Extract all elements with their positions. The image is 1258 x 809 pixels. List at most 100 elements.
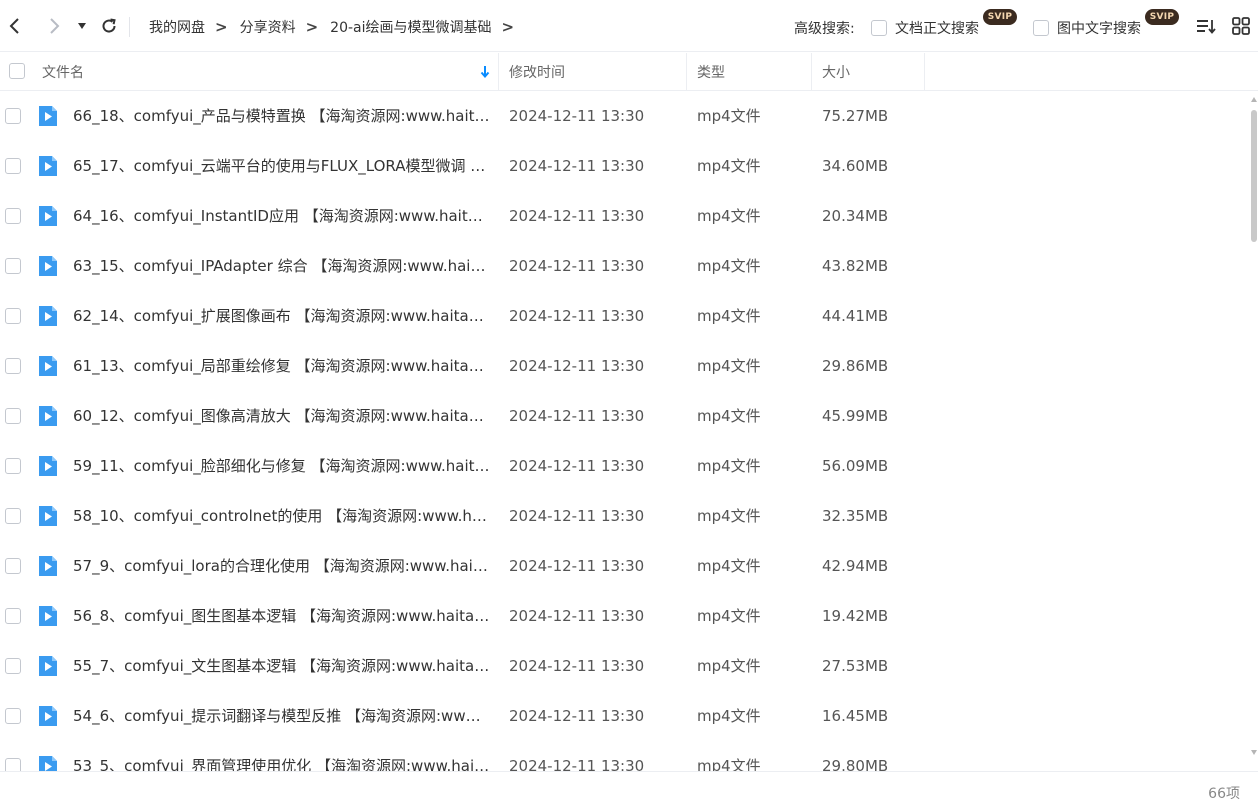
scroll-up-arrow-icon[interactable] [1251, 97, 1257, 102]
forward-button[interactable] [42, 14, 66, 38]
file-row[interactable]: 54_6、comfyui_提示词翻译与模型反推 【海淘资源网:www.haita… [0, 691, 1250, 741]
file-row[interactable]: 53_5、comfyui_界面管理使用优化 【海淘资源网:www.haitaoz… [0, 741, 1250, 771]
file-name[interactable]: 56_8、comfyui_图生图基本逻辑 【海淘资源网:www.haitaozy… [73, 606, 491, 626]
file-type: mp4文件 [697, 107, 761, 125]
row-checkbox[interactable] [5, 258, 21, 274]
file-row[interactable]: 60_12、comfyui_图像高清放大 【海淘资源网:www.haitaozy… [0, 391, 1250, 441]
column-header-type-label: 类型 [697, 64, 725, 81]
row-checkbox[interactable] [5, 458, 21, 474]
select-all-checkbox[interactable] [9, 63, 25, 79]
file-row[interactable]: 66_18、comfyui_产品与模特置换 【海淘资源网:www.haitaoz… [0, 91, 1250, 141]
column-header-name-label: 文件名 [42, 64, 84, 81]
row-checkbox[interactable] [5, 558, 21, 574]
file-row[interactable]: 61_13、comfyui_局部重绘修复 【海淘资源网:www.haitaozy… [0, 341, 1250, 391]
video-file-icon [39, 206, 57, 226]
sort-down-arrow-icon[interactable] [480, 65, 490, 78]
file-size: 16.45MB [822, 707, 889, 725]
file-type: mp4文件 [697, 257, 761, 275]
caret-down-icon [78, 23, 86, 29]
file-type: mp4文件 [697, 557, 761, 575]
column-header-modified-label: 修改时间 [509, 64, 565, 81]
column-divider [924, 53, 925, 90]
breadcrumb-item[interactable]: 我的网盘 [149, 17, 205, 37]
scrollbar-thumb[interactable] [1251, 110, 1257, 242]
file-modified-time: 2024-12-11 13:30 [509, 557, 645, 575]
file-type: mp4文件 [697, 307, 761, 325]
file-type: mp4文件 [697, 457, 761, 475]
file-size: 29.80MB [822, 757, 889, 771]
file-name[interactable]: 64_16、comfyui_InstantID应用 【海淘资源网:www.hai… [73, 206, 491, 226]
file-name[interactable]: 54_6、comfyui_提示词翻译与模型反推 【海淘资源网:www.haita… [73, 706, 491, 726]
back-button[interactable] [3, 14, 27, 38]
breadcrumb-item[interactable]: 分享资料 [240, 17, 296, 37]
column-header-modified[interactable]: 修改时间 [509, 53, 679, 90]
column-header-name[interactable]: 文件名 [42, 53, 492, 90]
file-size: 34.60MB [822, 157, 889, 175]
file-name[interactable]: 58_10、comfyui_controlnet的使用 【海淘资源网:www.h… [73, 506, 491, 526]
row-checkbox[interactable] [5, 408, 21, 424]
file-row[interactable]: 56_8、comfyui_图生图基本逻辑 【海淘资源网:www.haitaozy… [0, 591, 1250, 641]
video-file-icon [39, 656, 57, 676]
row-checkbox[interactable] [5, 708, 21, 724]
row-checkbox[interactable] [5, 658, 21, 674]
row-checkbox[interactable] [5, 758, 21, 771]
file-row[interactable]: 55_7、comfyui_文生图基本逻辑 【海淘资源网:www.haitaozy… [0, 641, 1250, 691]
column-header-type[interactable]: 类型 [697, 53, 807, 90]
scroll-down-arrow-icon[interactable] [1251, 750, 1257, 755]
file-row[interactable]: 59_11、comfyui_脸部细化与修复 【海淘资源网:www.haitaoz… [0, 441, 1250, 491]
row-checkbox[interactable] [5, 358, 21, 374]
file-size: 42.94MB [822, 557, 889, 575]
image-text-search-checkbox[interactable] [1033, 20, 1049, 36]
doc-text-search-option[interactable]: 文档正文搜索 [871, 18, 979, 38]
file-size: 32.35MB [822, 507, 889, 525]
refresh-icon [102, 18, 116, 33]
column-header-size[interactable]: 大小 [822, 53, 922, 90]
file-size: 27.53MB [822, 657, 889, 675]
file-name[interactable]: 62_14、comfyui_扩展图像画布 【海淘资源网:www.haitaozy… [73, 306, 491, 326]
file-list: 66_18、comfyui_产品与模特置换 【海淘资源网:www.haitaoz… [0, 91, 1250, 771]
file-name[interactable]: 53_5、comfyui_界面管理使用优化 【海淘资源网:www.haitaoz… [73, 756, 491, 771]
breadcrumb-item[interactable]: 20-ai绘画与模型微调基础 [330, 17, 491, 37]
file-name[interactable]: 57_9、comfyui_lora的合理化使用 【海淘资源网:www.haita… [73, 556, 491, 576]
file-name[interactable]: 63_15、comfyui_IPAdapter 综合 【海淘资源网:www.ha… [73, 256, 491, 276]
file-row[interactable]: 58_10、comfyui_controlnet的使用 【海淘资源网:www.h… [0, 491, 1250, 541]
history-dropdown-button[interactable] [70, 14, 94, 38]
file-row[interactable]: 63_15、comfyui_IPAdapter 综合 【海淘资源网:www.ha… [0, 241, 1250, 291]
image-text-search-option[interactable]: 图中文字搜索 [1033, 18, 1141, 38]
file-size: 43.82MB [822, 257, 889, 275]
file-modified-time: 2024-12-11 13:30 [509, 307, 645, 325]
row-checkbox[interactable] [5, 158, 21, 174]
file-type: mp4文件 [697, 207, 761, 225]
file-modified-time: 2024-12-11 13:30 [509, 457, 645, 475]
file-row[interactable]: 62_14、comfyui_扩展图像画布 【海淘资源网:www.haitaozy… [0, 291, 1250, 341]
file-modified-time: 2024-12-11 13:30 [509, 107, 645, 125]
file-type: mp4文件 [697, 607, 761, 625]
row-checkbox[interactable] [5, 308, 21, 324]
item-count: 66项 [1208, 786, 1240, 802]
svip-badge: SVIP [983, 9, 1017, 25]
file-name[interactable]: 55_7、comfyui_文生图基本逻辑 【海淘资源网:www.haitaozy… [73, 656, 491, 676]
file-row[interactable]: 65_17、comfyui_云端平台的使用与FLUX_LORA模型微调 【海淘资… [0, 141, 1250, 191]
file-row[interactable]: 57_9、comfyui_lora的合理化使用 【海淘资源网:www.haita… [0, 541, 1250, 591]
file-type: mp4文件 [697, 407, 761, 425]
file-name[interactable]: 60_12、comfyui_图像高清放大 【海淘资源网:www.haitaozy… [73, 406, 491, 426]
video-file-icon [39, 506, 57, 526]
row-checkbox[interactable] [5, 108, 21, 124]
chevron-right-icon [50, 18, 60, 34]
file-name[interactable]: 59_11、comfyui_脸部细化与修复 【海淘资源网:www.haitaoz… [73, 456, 491, 476]
refresh-button[interactable] [97, 14, 121, 38]
image-text-search-label: 图中文字搜索 [1057, 21, 1141, 37]
video-file-icon [39, 406, 57, 426]
file-type: mp4文件 [697, 757, 761, 771]
doc-text-search-checkbox[interactable] [871, 20, 887, 36]
row-checkbox[interactable] [5, 208, 21, 224]
row-checkbox[interactable] [5, 508, 21, 524]
sort-button[interactable] [1194, 14, 1218, 38]
file-row[interactable]: 64_16、comfyui_InstantID应用 【海淘资源网:www.hai… [0, 191, 1250, 241]
file-size: 45.99MB [822, 407, 889, 425]
grid-view-button[interactable] [1229, 14, 1253, 38]
row-checkbox[interactable] [5, 608, 21, 624]
file-name[interactable]: 65_17、comfyui_云端平台的使用与FLUX_LORA模型微调 【海淘资… [73, 156, 491, 176]
file-name[interactable]: 66_18、comfyui_产品与模特置换 【海淘资源网:www.haitaoz… [73, 106, 491, 126]
file-name[interactable]: 61_13、comfyui_局部重绘修复 【海淘资源网:www.haitaozy… [73, 356, 491, 376]
